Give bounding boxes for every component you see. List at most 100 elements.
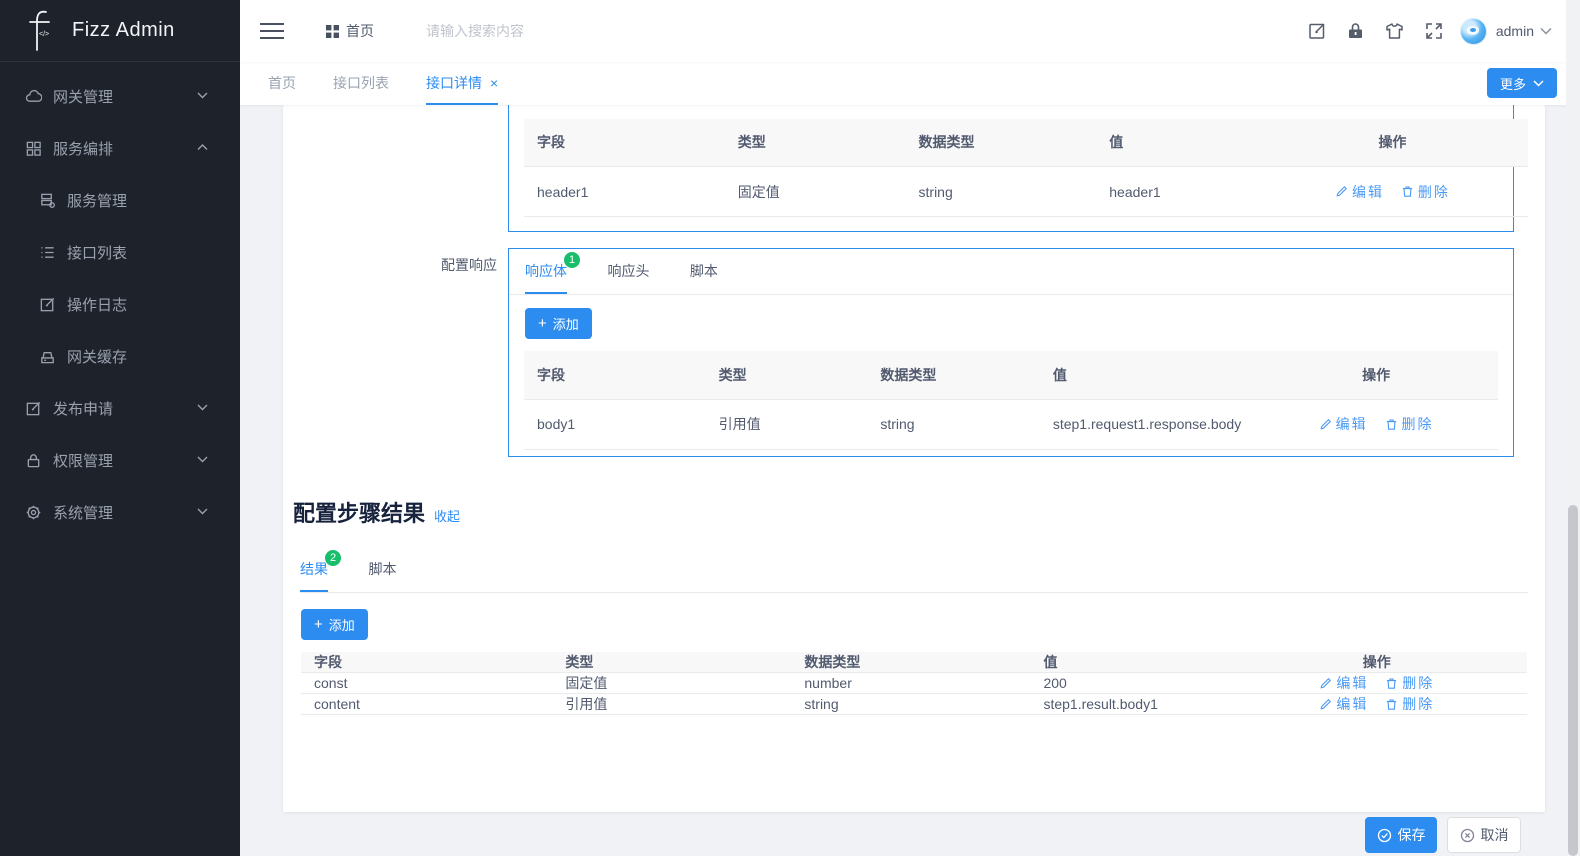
logo-row: </> Fizz Admin <box>0 0 240 62</box>
delete-link[interactable]: 删除 <box>1385 673 1434 693</box>
tab-label: 响应头 <box>607 263 649 279</box>
sidebar-item-gateway-mgmt[interactable]: 网关管理 <box>0 70 240 122</box>
trash-icon <box>1385 677 1398 690</box>
close-tab-icon[interactable]: × <box>490 75 498 91</box>
more-label: 更多 <box>1500 74 1526 93</box>
delete-link[interactable]: 删除 <box>1385 694 1434 714</box>
tab-api-detail[interactable]: 接口详情 × <box>426 62 498 105</box>
breadcrumb-label: 首页 <box>346 21 374 41</box>
cell-datatype: string <box>906 167 1097 217</box>
tab-script[interactable]: 脚本 <box>368 559 396 592</box>
avatar[interactable] <box>1460 18 1487 45</box>
theme-icon[interactable] <box>1384 21 1405 41</box>
edit-label: 编辑 <box>1352 182 1384 202</box>
cloud-icon <box>25 88 42 105</box>
cell-value: header1 <box>1096 167 1257 217</box>
tab-response-body[interactable]: 响应体 1 <box>525 261 567 294</box>
sidebar-item-gateway-cache[interactable]: 网关缓存 <box>0 330 240 382</box>
col-actions: 操作 <box>1254 351 1498 399</box>
cancel-button[interactable]: 取消 <box>1447 817 1521 853</box>
col-actions: 操作 <box>1257 119 1528 167</box>
delete-label: 删除 <box>1418 182 1450 202</box>
edit-label: 编辑 <box>1336 673 1368 693</box>
cancel-label: 取消 <box>1481 825 1509 845</box>
cell-field: header1 <box>524 167 725 217</box>
cell-field: const <box>301 673 552 694</box>
changelog-icon[interactable] <box>1307 21 1327 41</box>
chevron-down-icon <box>197 92 208 99</box>
section-title: 配置步骤结果 <box>293 496 425 528</box>
form-footer: 保存 取消 <box>1365 817 1521 853</box>
hamburger-menu-icon[interactable] <box>260 18 284 44</box>
gear-icon <box>25 504 42 521</box>
sidebar-item-system-mgmt[interactable]: 系统管理 <box>0 486 240 538</box>
edit-label: 编辑 <box>1336 694 1368 714</box>
tab-result[interactable]: 结果 2 <box>300 559 328 592</box>
more-button[interactable]: 更多 <box>1487 68 1557 98</box>
delete-label: 删除 <box>1402 414 1434 434</box>
delete-link[interactable]: 删除 <box>1401 182 1450 202</box>
pencil-icon <box>1319 418 1332 431</box>
cell-value: step1.result.body1 <box>1030 694 1226 715</box>
save-label: 保存 <box>1398 825 1426 845</box>
count-badge: 1 <box>564 252 580 268</box>
username[interactable]: admin <box>1496 23 1534 39</box>
edit-link[interactable]: 编辑 <box>1335 182 1384 202</box>
tab-response-header[interactable]: 响应头 <box>607 261 649 294</box>
response-config-label: 配置响应 <box>343 255 497 275</box>
edit-link[interactable]: 编辑 <box>1319 694 1368 714</box>
list-icon <box>39 244 56 261</box>
table-header-row: 字段 类型 数据类型 值 操作 <box>301 652 1527 673</box>
tab-script[interactable]: 脚本 <box>690 261 718 294</box>
topbar-actions: admin <box>1288 18 1580 45</box>
breadcrumb[interactable]: 首页 <box>326 21 374 41</box>
tab-api-list[interactable]: 接口列表 <box>333 62 389 105</box>
cell-value: step1.request1.response.body <box>1040 399 1254 449</box>
search-input[interactable] <box>426 23 656 39</box>
tab-label: 接口详情 <box>426 73 482 93</box>
col-type: 类型 <box>552 652 791 673</box>
cell-type: 固定值 <box>552 673 791 694</box>
journal-icon <box>39 296 56 313</box>
tab-label: 响应体 <box>525 263 567 279</box>
page-tabbar: 首页 接口列表 接口详情 × 更多 <box>240 62 1580 105</box>
sidebar-item-publish-request[interactable]: 发布申请 <box>0 382 240 434</box>
sidebar-item-permission-mgmt[interactable]: 权限管理 <box>0 434 240 486</box>
tab-home[interactable]: 首页 <box>268 62 296 105</box>
chevron-down-icon[interactable] <box>1540 27 1552 35</box>
lock-screen-icon[interactable] <box>1346 21 1365 41</box>
sidebar-item-label: 权限管理 <box>53 450 113 471</box>
cell-type: 固定值 <box>725 167 906 217</box>
table-header-row: 字段 类型 数据类型 值 操作 <box>524 119 1528 167</box>
edit-label: 编辑 <box>1336 414 1368 434</box>
col-type: 类型 <box>706 351 868 399</box>
delete-label: 删除 <box>1402 694 1434 714</box>
fullscreen-icon[interactable] <box>1424 21 1444 41</box>
sidebar-item-label: 操作日志 <box>67 294 127 315</box>
delete-label: 删除 <box>1402 673 1434 693</box>
scrollbar-thumb[interactable] <box>1568 505 1578 856</box>
result-tabs: 结果 2 脚本 <box>300 559 1528 593</box>
sidebar-item-api-list[interactable]: 接口列表 <box>0 226 240 278</box>
sidebar-item-service-mgmt[interactable]: 服务管理 <box>0 174 240 226</box>
lock-icon <box>25 452 42 469</box>
pencil-icon <box>1319 677 1332 690</box>
trash-icon <box>1385 418 1398 431</box>
sidebar-item-label: 服务管理 <box>67 190 127 211</box>
col-field: 字段 <box>524 119 725 167</box>
add-response-field-button[interactable]: + 添加 <box>525 308 592 339</box>
edit-link[interactable]: 编辑 <box>1319 673 1368 693</box>
grid-icon <box>25 140 42 157</box>
vertical-scrollbar[interactable] <box>1566 0 1580 856</box>
chevron-up-icon <box>197 144 208 151</box>
sidebar: </> Fizz Admin 网关管理 服务编排 服务管理 接口列表 操作日志 <box>0 0 240 856</box>
delete-link[interactable]: 删除 <box>1385 414 1434 434</box>
response-tabs: 响应体 1 响应头 脚本 <box>509 249 1513 295</box>
cell-type: 引用值 <box>706 399 868 449</box>
save-button[interactable]: 保存 <box>1365 817 1437 853</box>
collapse-link[interactable]: 收起 <box>434 506 460 525</box>
add-result-field-button[interactable]: + 添加 <box>301 609 368 640</box>
sidebar-item-service-orchestration[interactable]: 服务编排 <box>0 122 240 174</box>
sidebar-item-operation-log[interactable]: 操作日志 <box>0 278 240 330</box>
edit-link[interactable]: 编辑 <box>1319 414 1368 434</box>
